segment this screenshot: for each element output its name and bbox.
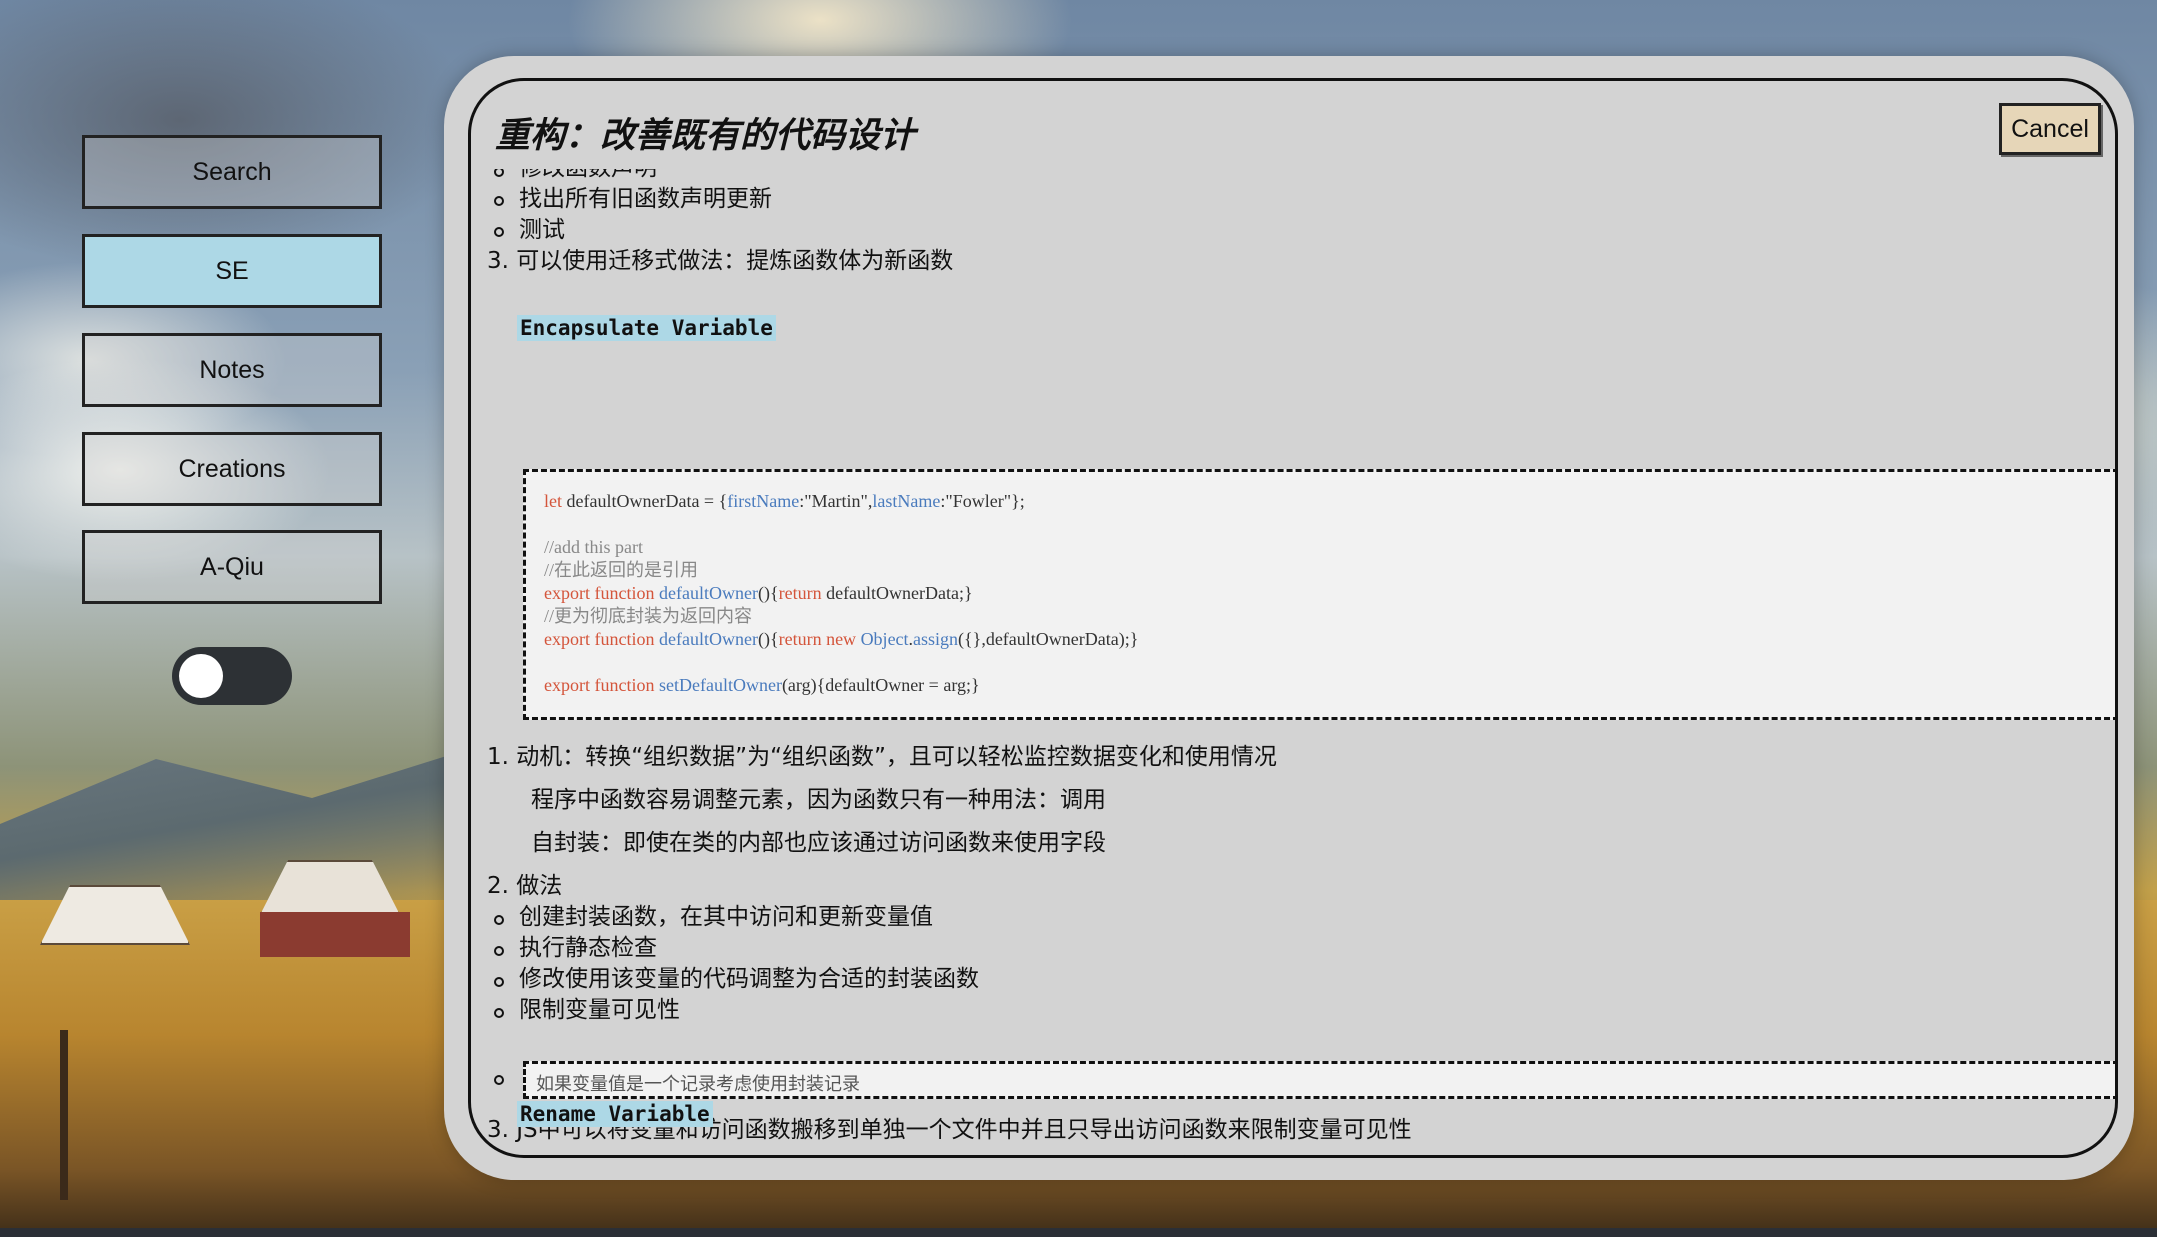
code-line: //add this part — [544, 537, 643, 557]
sidebar-item-label: SE — [215, 256, 249, 285]
code-line: export function defaultOwner(){return de… — [544, 583, 973, 603]
theme-toggle[interactable] — [172, 647, 292, 705]
list-item: 测试 — [519, 217, 565, 243]
sidebar-item-creations[interactable]: Creations — [82, 432, 382, 506]
sidebar-item-label: Notes — [199, 355, 265, 384]
cancel-button[interactable]: Cancel — [1999, 103, 2101, 155]
sidebar-item-label: A-Qiu — [200, 552, 264, 581]
list-bullet — [494, 196, 504, 206]
list-item: 修改函数声明 — [519, 169, 657, 183]
list-bullet — [494, 977, 504, 987]
code-line: //在此返回的是引用 — [544, 560, 699, 580]
list-item: 2. 做法 — [487, 873, 563, 899]
list-bullet — [494, 946, 504, 956]
background-house-right-body — [260, 912, 410, 957]
section-heading: Rename Variable — [517, 1101, 713, 1127]
note-box: 如果变量值是一个记录考虑使用封装记录 — [523, 1061, 2115, 1099]
list-item: 执行静态检查 — [519, 935, 657, 961]
sidebar-item-notes[interactable]: Notes — [82, 333, 382, 407]
paragraph: 自封装：即使在类的内部也应该通过访问函数来使用字段 — [531, 830, 1106, 856]
list-item: 修改使用该变量的代码调整为合适的封装函数 — [519, 966, 979, 992]
code-line: export function defaultOwner(){return ne… — [544, 629, 1139, 649]
sidebar-item-label: Search — [192, 157, 272, 186]
paragraph: 程序中函数容易调整元素，因为函数只有一种用法：调用 — [531, 787, 1106, 813]
article-modal: 重构：改善既有的代码设计 Cancel 修改函数声明 找出所有旧函数声明更新 测… — [468, 78, 2118, 1158]
section-heading: Encapsulate Variable — [517, 315, 776, 341]
code-line: let defaultOwnerData = {firstName:"Marti… — [544, 491, 1025, 511]
list-bullet — [494, 169, 504, 177]
sidebar-item-label: Creations — [178, 454, 286, 483]
sidebar-item-search[interactable]: Search — [82, 135, 382, 209]
list-item: 1. 动机：转换“组织数据”为“组织函数”，且可以轻松监控数据变化和使用情况 — [487, 744, 1277, 770]
list-bullet — [494, 1008, 504, 1018]
background-fence-post — [60, 1030, 68, 1200]
sidebar-item-a-qiu[interactable]: A-Qiu — [82, 530, 382, 604]
code-line: //更为彻底封装为返回内容 — [544, 606, 753, 626]
list-bullet — [494, 227, 504, 237]
sidebar-item-se[interactable]: SE — [82, 234, 382, 308]
code-block: let defaultOwnerData = {firstName:"Marti… — [523, 469, 2115, 720]
modal-title: 重构：改善既有的代码设计 — [495, 116, 916, 156]
modal-content[interactable]: 修改函数声明 找出所有旧函数声明更新 测试 3. 可以使用迁移式做法：提炼函数体… — [471, 169, 2115, 1149]
list-item: 找出所有旧函数声明更新 — [519, 186, 772, 212]
toggle-knob — [179, 654, 223, 698]
taskbar-edge — [0, 1228, 2157, 1237]
list-item: 创建封装函数，在其中访问和更新变量值 — [519, 904, 933, 930]
code-line: export function setDefaultOwner(arg){def… — [544, 675, 980, 695]
list-bullet — [494, 915, 504, 925]
list-bullet — [494, 1075, 504, 1085]
list-item: 3. 可以使用迁移式做法：提炼函数体为新函数 — [487, 248, 954, 274]
list-item: 限制变量可见性 — [519, 997, 680, 1023]
